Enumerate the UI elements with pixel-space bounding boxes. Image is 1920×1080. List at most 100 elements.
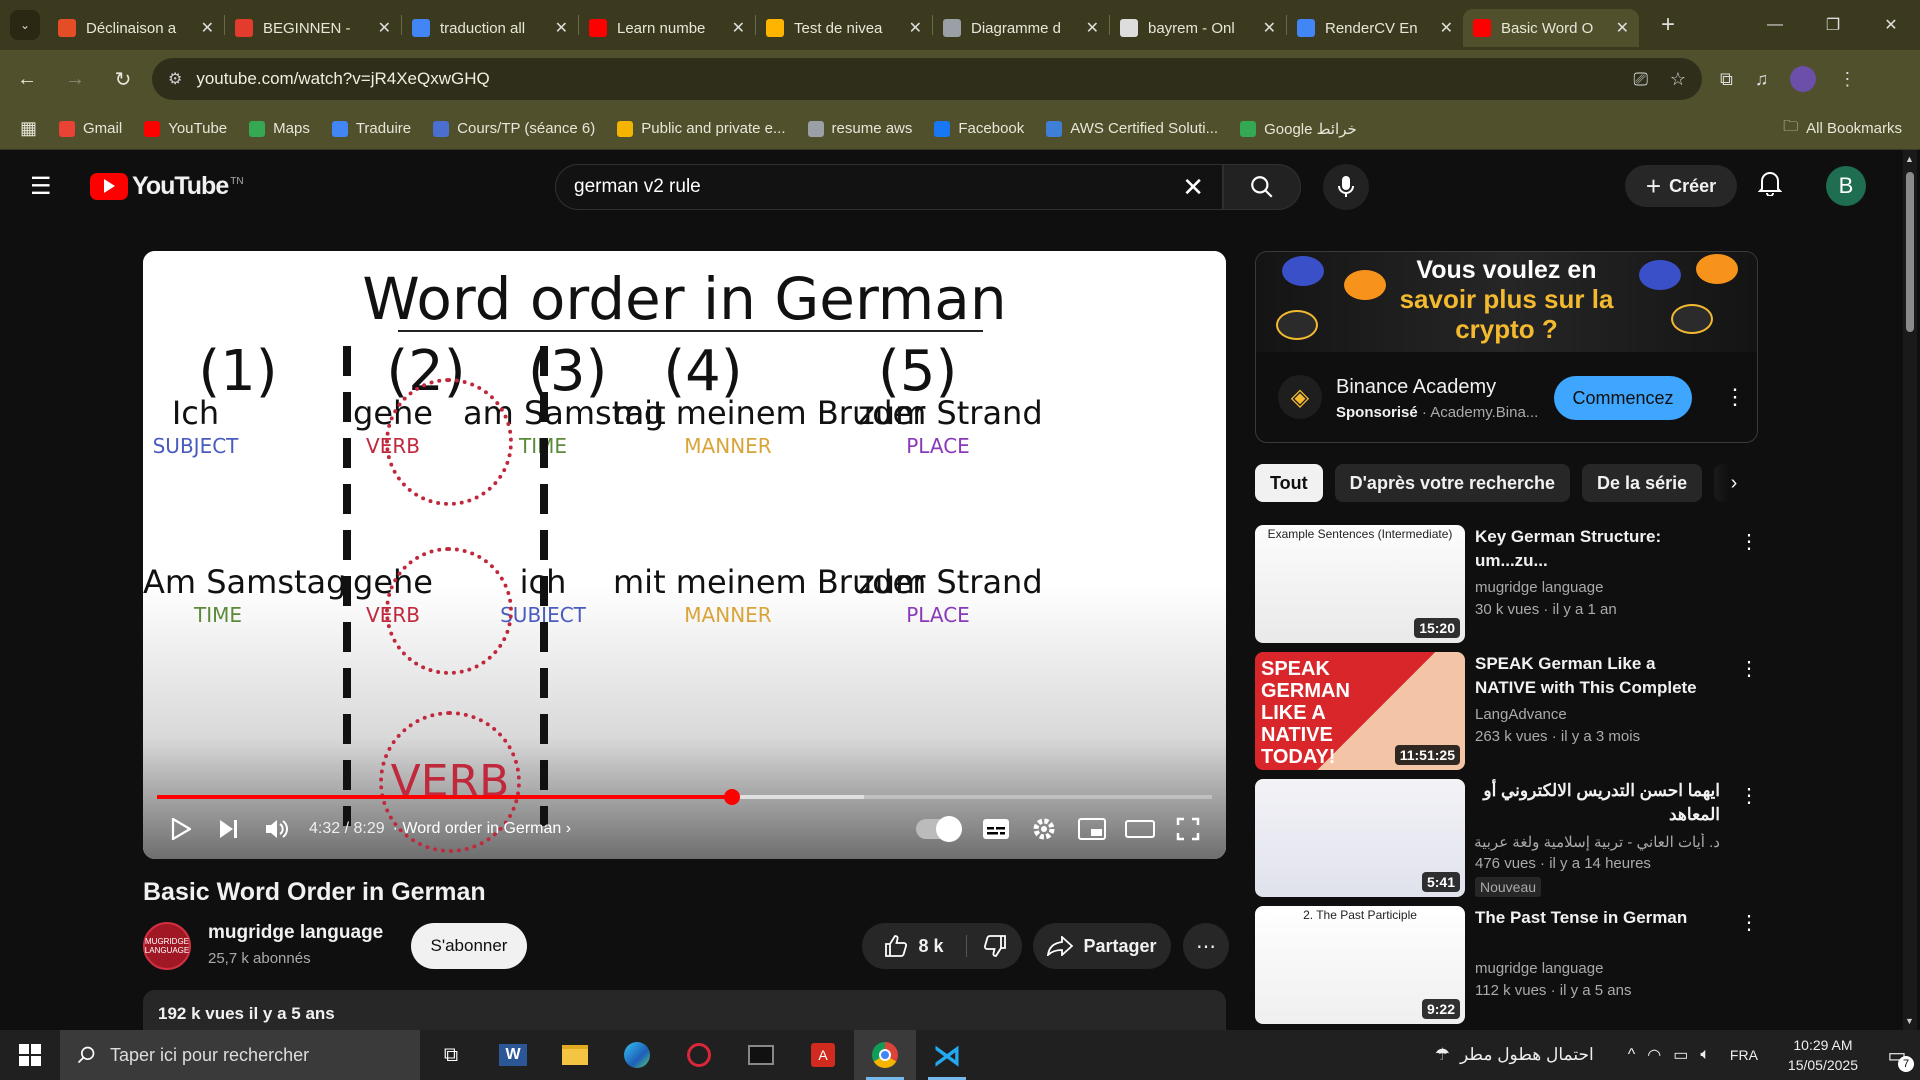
acrobat-icon[interactable]: A <box>792 1030 854 1080</box>
recommended-title[interactable]: The Past Tense in German <box>1475 906 1720 930</box>
chrome-menu-icon[interactable]: ⋮ <box>1838 69 1856 90</box>
search-button[interactable] <box>1223 164 1301 210</box>
ad-cta-button[interactable]: Commencez <box>1554 376 1692 420</box>
share-button[interactable]: Partager <box>1033 923 1171 969</box>
play-button[interactable] <box>157 807 205 851</box>
page-scrollbar[interactable]: ▲ ▼ <box>1903 150 1917 1030</box>
site-info-icon[interactable]: ⚙ <box>168 69 182 89</box>
app-red-icon[interactable] <box>668 1030 730 1080</box>
forward-button[interactable]: → <box>54 58 96 100</box>
more-vertical-icon[interactable]: ⋮ <box>1739 656 1759 681</box>
task-view-icon[interactable]: ⧉ <box>420 1030 482 1080</box>
tab-close-icon[interactable]: ✕ <box>201 18 214 38</box>
channel-avatar[interactable]: MUGRIDGE LANGUAGE <box>143 922 191 970</box>
miniplayer-button[interactable] <box>1068 807 1116 851</box>
search-query[interactable]: german v2 rule <box>574 176 1182 198</box>
subtitles-button[interactable] <box>972 807 1020 851</box>
tray-overflow-icon[interactable]: ^ <box>1628 1046 1636 1064</box>
apps-icon[interactable]: ▦ <box>20 118 37 139</box>
browser-tab[interactable]: traduction all ✕ <box>402 9 578 47</box>
taskbar-search[interactable]: Taper ici pour rechercher <box>60 1030 420 1080</box>
video-thumbnail[interactable]: 5:41 <box>1255 779 1465 897</box>
filter-chip[interactable]: Tout <box>1255 464 1323 502</box>
hamburger-menu-icon[interactable]: ☰ <box>30 172 60 201</box>
browser-tab[interactable]: bayrem - Onl ✕ <box>1110 9 1286 47</box>
video-player[interactable]: Word order in German (1) (2) (3) (4) (5) Ich S… <box>143 251 1226 859</box>
tab-close-icon[interactable]: ✕ <box>555 18 568 38</box>
chips-next-arrow-icon[interactable]: › <box>1710 463 1758 503</box>
browser-tab[interactable]: Learn numbe ✕ <box>579 9 755 47</box>
tab-close-icon[interactable]: ✕ <box>732 18 745 38</box>
bookmark-item[interactable]: AWS Certified Soluti... <box>1046 120 1218 137</box>
bookmark-item[interactable]: resume aws <box>807 120 912 137</box>
all-bookmarks-button[interactable]: 🗀 All Bookmarks <box>1783 116 1902 141</box>
more-actions-button[interactable]: ⋯ <box>1183 923 1229 969</box>
scroll-down-arrow-icon[interactable]: ▼ <box>1905 1016 1914 1026</box>
settings-button[interactable] <box>1020 807 1068 851</box>
recommended-video[interactable]: 5:41 ايهما احسن التدريس الالكتروني أو الم… <box>1255 779 1759 897</box>
bookmark-star-icon[interactable]: ☆ <box>1670 69 1686 90</box>
next-button[interactable] <box>205 807 253 851</box>
ad-more-icon[interactable]: ⋮ <box>1724 384 1746 410</box>
filter-chip[interactable]: De la série <box>1582 464 1703 502</box>
filter-chip[interactable]: D'après votre recherche <box>1334 464 1571 502</box>
tab-close-icon[interactable]: ✕ <box>378 18 391 38</box>
recommended-video[interactable]: Example Sentences (Intermediate) 15:20 Key… <box>1255 525 1759 643</box>
reload-button[interactable]: ↻ <box>102 58 144 100</box>
bookmark-item[interactable]: Traduire <box>331 120 411 137</box>
tab-close-icon[interactable]: ✕ <box>1616 18 1629 38</box>
vscode-icon[interactable]: ⋊ <box>916 1030 978 1080</box>
progress-scrubber[interactable] <box>723 789 740 805</box>
notification-center-icon[interactable]: ▭ 7 <box>1874 1030 1920 1080</box>
input-language[interactable]: FRA <box>1730 1047 1758 1063</box>
progress-bar[interactable] <box>157 789 1212 805</box>
profile-avatar[interactable] <box>1790 66 1817 92</box>
tab-close-icon[interactable]: ✕ <box>1440 18 1453 38</box>
subscribe-button[interactable]: S'abonner <box>411 923 527 969</box>
terminal-icon[interactable] <box>730 1030 792 1080</box>
clock[interactable]: 10:29 AM 15/05/2025 <box>1788 1035 1858 1075</box>
edge-icon[interactable] <box>606 1030 668 1080</box>
more-vertical-icon[interactable]: ⋮ <box>1739 783 1759 808</box>
video-thumbnail[interactable]: SPEAK GERMAN LIKE A NATIVE TODAY! 11:51:2… <box>1255 652 1465 770</box>
weather-widget[interactable]: ☂ احتمال هطول مطر <box>1435 1045 1594 1065</box>
start-button[interactable] <box>0 1030 60 1080</box>
install-app-icon[interactable]: ⎚ <box>1633 69 1647 90</box>
url-text[interactable]: youtube.com/watch?v=jR4XeQxwGHQ <box>196 69 1611 89</box>
extensions-icon[interactable]: ⧉ <box>1720 69 1733 90</box>
chrome-icon[interactable] <box>854 1030 916 1080</box>
bookmark-item[interactable]: Maps <box>249 120 310 137</box>
notifications-bell-icon[interactable] <box>1757 170 1783 202</box>
chapter-title[interactable]: · Word order in German › <box>393 820 571 838</box>
dislike-button[interactable] <box>967 935 1022 957</box>
bookmark-item[interactable]: Facebook <box>934 120 1024 137</box>
clear-search-icon[interactable]: ✕ <box>1182 172 1204 203</box>
tab-search-button[interactable]: ⌄ <box>10 10 40 40</box>
bookmark-item[interactable]: Google خرائط <box>1240 120 1357 138</box>
tab-close-icon[interactable]: ✕ <box>1086 18 1099 38</box>
tab-close-icon[interactable]: ✕ <box>909 18 922 38</box>
fullscreen-button[interactable] <box>1164 807 1212 851</box>
minimize-icon[interactable]: — <box>1746 0 1804 50</box>
address-bar[interactable]: ⚙ youtube.com/watch?v=jR4XeQxwGHQ ⎚ ☆ <box>152 58 1702 100</box>
theater-mode-button[interactable] <box>1116 807 1164 851</box>
browser-tab[interactable]: BEGINNEN - ✕ <box>225 9 401 47</box>
close-window-icon[interactable]: ✕ <box>1862 0 1920 50</box>
bookmark-item[interactable]: Gmail <box>59 120 122 137</box>
autoplay-toggle[interactable] <box>916 816 962 842</box>
scroll-up-arrow-icon[interactable]: ▲ <box>1905 154 1914 164</box>
more-vertical-icon[interactable]: ⋮ <box>1739 529 1759 554</box>
more-vertical-icon[interactable]: ⋮ <box>1739 910 1759 935</box>
recommended-title[interactable]: Key German Structure: um...zu... <box>1475 525 1720 573</box>
network-icon[interactable]: ◠ <box>1647 1045 1661 1065</box>
battery-icon[interactable]: ▭ <box>1673 1045 1688 1065</box>
speaker-icon[interactable]: 🔈︎ <box>1700 1046 1710 1064</box>
account-avatar[interactable]: B <box>1826 166 1866 206</box>
bookmark-item[interactable]: YouTube <box>144 120 227 137</box>
new-tab-button[interactable]: + <box>1653 11 1683 39</box>
volume-button[interactable] <box>253 807 301 851</box>
browser-tab[interactable]: Test de nivea ✕ <box>756 9 932 47</box>
recommended-channel[interactable]: mugridge language <box>1475 579 1720 596</box>
restore-icon[interactable]: ❐ <box>1804 0 1862 50</box>
recommended-channel[interactable]: د. أيات العاني - تربية إسلامية ولغة عربي… <box>1475 833 1720 851</box>
